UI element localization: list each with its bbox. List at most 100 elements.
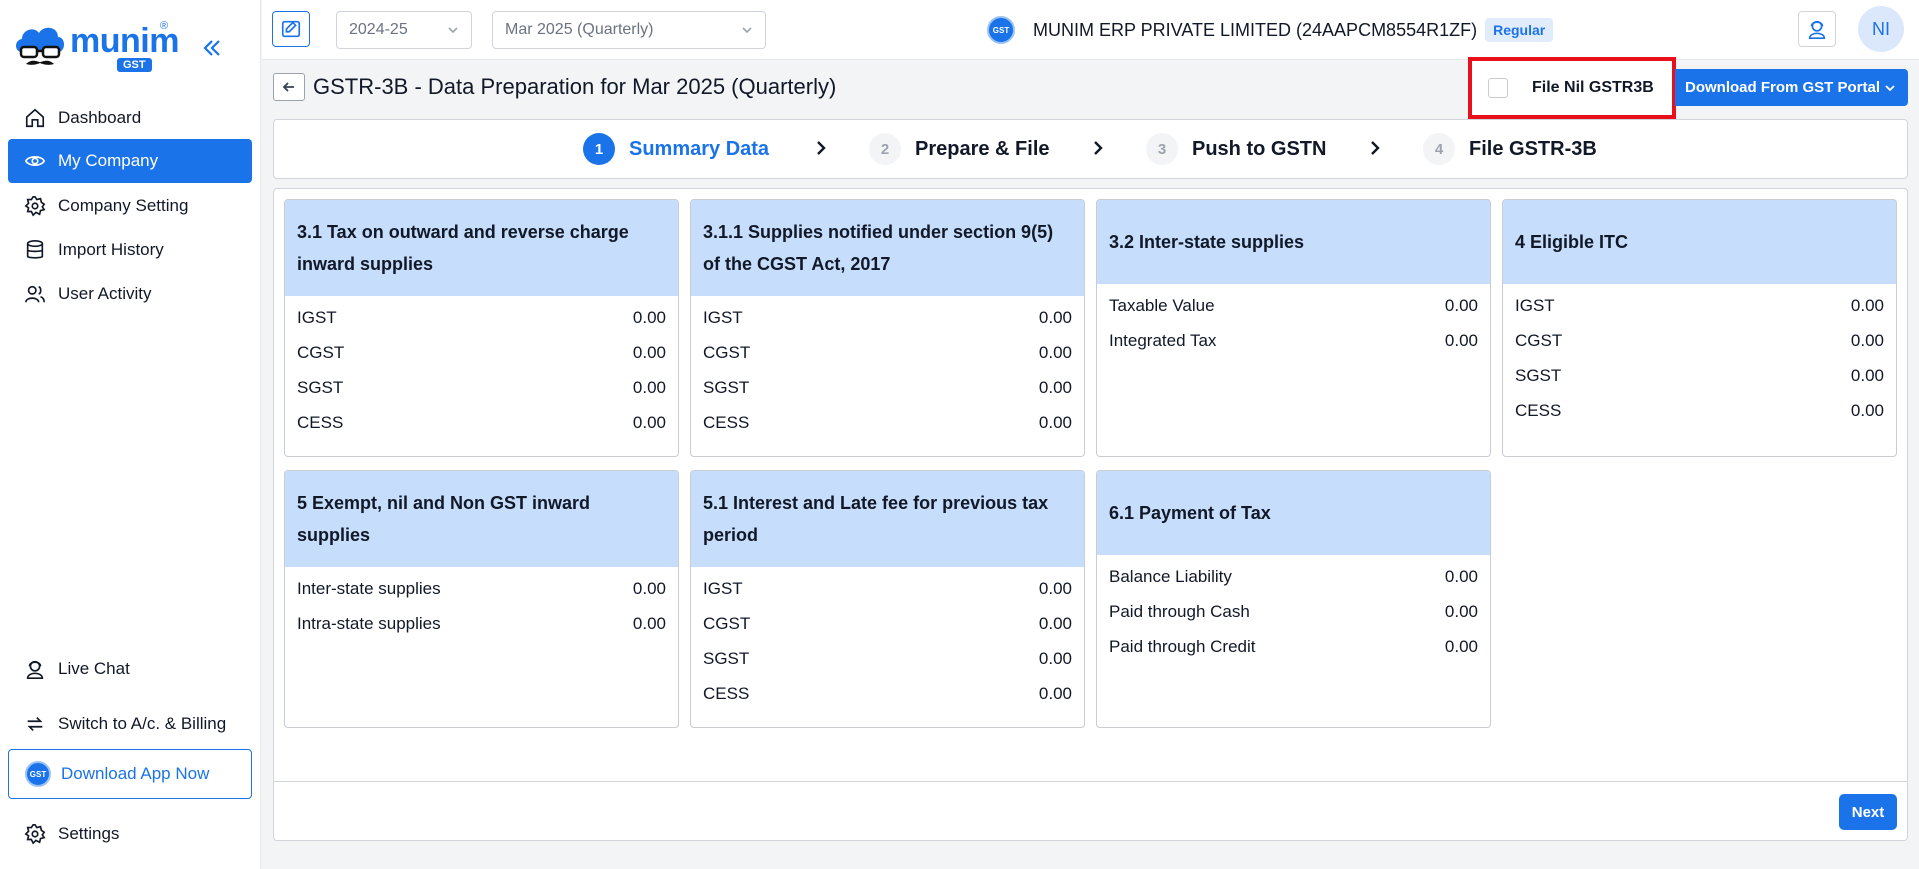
switch-arrows-icon xyxy=(27,716,43,732)
card-row: Balance Liability 0.00 xyxy=(1109,566,1478,586)
step-label: Prepare & File xyxy=(915,137,1050,160)
collapse-sidebar-button[interactable] xyxy=(200,36,224,64)
live-chat-button[interactable]: Live Chat xyxy=(8,647,252,691)
card-row: CGST 0.00 xyxy=(703,342,1072,362)
step-label: File GSTR-3B xyxy=(1469,137,1597,160)
step-label: Push to GSTN xyxy=(1192,137,1327,160)
step-push-to-gstn[interactable]: 3 Push to GSTN xyxy=(1146,132,1326,166)
chevron-right-icon xyxy=(1094,141,1103,155)
registered-mark: ® xyxy=(160,20,169,32)
munim-logo[interactable]: munim ® GST xyxy=(12,20,179,76)
financial-year-value: 2024-25 xyxy=(349,21,408,38)
step-number: 4 xyxy=(1423,133,1455,165)
card-row: IGST 0.00 xyxy=(703,307,1072,327)
file-nil-gstr3b-toggle[interactable]: File Nil GSTR3B xyxy=(1468,57,1676,119)
step-summary-data[interactable]: 1 Summary Data xyxy=(583,132,769,166)
return-period-select[interactable]: Mar 2025 (Quarterly) xyxy=(492,11,766,49)
live-chat-label: Live Chat xyxy=(58,659,130,678)
card-row: CGST 0.00 xyxy=(1515,330,1884,350)
footer-divider xyxy=(274,781,1907,782)
card-row: Paid through Credit 0.00 xyxy=(1109,636,1478,656)
card-title: 4 Eligible ITC xyxy=(1503,200,1896,284)
card-row: Paid through Cash 0.00 xyxy=(1109,601,1478,621)
card-row: CGST 0.00 xyxy=(297,342,666,362)
step-number: 1 xyxy=(583,133,615,165)
taxpayer-type-badge: Regular xyxy=(1485,18,1554,42)
company-selector[interactable]: GST MUNIM ERP PRIVATE LIMITED (24AAPCM85… xyxy=(987,14,1554,46)
step-number: 2 xyxy=(869,133,901,165)
switch-billing-button[interactable]: Switch to A/c. & Billing xyxy=(8,702,252,746)
sidebar-item-label: User Activity xyxy=(58,284,152,303)
summary-card-3-1: 3.1 Tax on outward and reverse charge in… xyxy=(284,199,679,457)
card-title: 3.1 Tax on outward and reverse charge in… xyxy=(285,200,678,296)
card-row: CESS 0.00 xyxy=(703,683,1072,703)
chevron-down-icon xyxy=(742,27,752,34)
brand-badge: GST xyxy=(117,58,152,72)
card-row: SGST 0.00 xyxy=(297,377,666,397)
summary-card-3-1-1: 3.1.1 Supplies notified under section 9(… xyxy=(690,199,1085,457)
download-portal-label: Download From GST Portal xyxy=(1685,79,1881,96)
download-from-gst-portal-button[interactable]: Download From GST Portal xyxy=(1675,69,1908,106)
card-row: IGST 0.00 xyxy=(297,307,666,327)
summary-card-6-1: 6.1 Payment of Tax Balance Liability 0.00… xyxy=(1096,470,1491,728)
sidebar-item-label: My Company xyxy=(58,151,159,170)
summary-card-4: 4 Eligible ITC IGST 0.00 CGST 0.00 SGST 0.0… xyxy=(1502,199,1897,457)
return-period-value: Mar 2025 (Quarterly) xyxy=(505,21,654,38)
card-row: IGST 0.00 xyxy=(1515,295,1884,315)
double-chevron-left-icon xyxy=(203,40,220,56)
support-agent-icon xyxy=(26,660,44,679)
sidebar-item-user-activity[interactable]: User Activity xyxy=(8,272,252,316)
step-file-gstr3b[interactable]: 4 File GSTR-3B xyxy=(1423,132,1597,166)
download-app-label: Download App Now xyxy=(61,764,210,783)
card-row: Inter-state supplies 0.00 xyxy=(297,578,666,598)
chevron-down-icon xyxy=(1885,84,1895,91)
card-title: 3.2 Inter-state supplies xyxy=(1097,200,1490,284)
step-number: 3 xyxy=(1146,133,1178,165)
user-avatar[interactable]: NI xyxy=(1858,6,1904,52)
card-row: CESS 0.00 xyxy=(1515,400,1884,420)
sidebar-item-dashboard[interactable]: Dashboard xyxy=(8,96,252,140)
support-agent-icon xyxy=(1808,20,1826,39)
gst-coin-icon: GST xyxy=(987,16,1015,44)
next-button[interactable]: Next xyxy=(1839,794,1897,830)
card-row: CGST 0.00 xyxy=(703,613,1072,633)
download-app-button[interactable]: GST Download App Now xyxy=(8,749,252,799)
summary-panel: 3.1 Tax on outward and reverse charge in… xyxy=(273,188,1908,841)
card-row: SGST 0.00 xyxy=(703,377,1072,397)
page-title: GSTR-3B - Data Preparation for Mar 2025 … xyxy=(313,74,837,99)
settings-button[interactable]: Settings xyxy=(8,812,252,856)
sidebar-item-label: Company Setting xyxy=(58,196,189,215)
card-row: CESS 0.00 xyxy=(297,412,666,432)
users-icon xyxy=(25,285,45,303)
card-title: 6.1 Payment of Tax xyxy=(1097,471,1490,555)
summary-card-3-2: 3.2 Inter-state supplies Taxable Value 0.… xyxy=(1096,199,1491,457)
financial-year-select[interactable]: 2024-25 xyxy=(336,11,472,49)
eye-icon xyxy=(24,156,46,166)
back-button[interactable] xyxy=(273,73,305,101)
card-title: 5.1 Interest and Late fee for previous t… xyxy=(691,471,1084,567)
chevron-right-icon xyxy=(1371,141,1380,155)
card-title: 5 Exempt, nil and Non GST inward supplie… xyxy=(285,471,678,567)
sidebar: munim ® GST Dashboard My Company Company… xyxy=(0,0,261,869)
step-prepare-file[interactable]: 2 Prepare & File xyxy=(869,132,1050,166)
sidebar-item-import-history[interactable]: Import History xyxy=(8,228,252,272)
sidebar-item-company-setting[interactable]: Company Setting xyxy=(8,184,252,228)
chevron-down-icon xyxy=(448,27,458,34)
file-nil-label: File Nil GSTR3B xyxy=(1532,79,1654,96)
settings-label: Settings xyxy=(58,824,120,843)
home-icon xyxy=(25,108,45,128)
card-row: Intra-state supplies 0.00 xyxy=(297,613,666,633)
top-bar: 2024-25 Mar 2025 (Quarterly) GST MUNIM E… xyxy=(262,0,1919,60)
sidebar-item-my-company[interactable]: My Company xyxy=(8,139,252,183)
summary-card-5-1: 5.1 Interest and Late fee for previous t… xyxy=(690,470,1085,728)
notes-button[interactable] xyxy=(272,11,310,47)
cloud-mascot-icon xyxy=(16,27,64,65)
file-nil-checkbox[interactable] xyxy=(1488,78,1508,98)
gst-coin-icon: GST xyxy=(25,761,51,787)
chevron-right-icon xyxy=(817,141,826,155)
card-title: 3.1.1 Supplies notified under section 9(… xyxy=(691,200,1084,296)
summary-card-5: 5 Exempt, nil and Non GST inward supplie… xyxy=(284,470,679,728)
switch-billing-label: Switch to A/c. & Billing xyxy=(58,714,227,733)
company-name: MUNIM ERP PRIVATE LIMITED (24AAPCM8554R1… xyxy=(1033,19,1478,40)
support-button[interactable] xyxy=(1798,11,1836,47)
